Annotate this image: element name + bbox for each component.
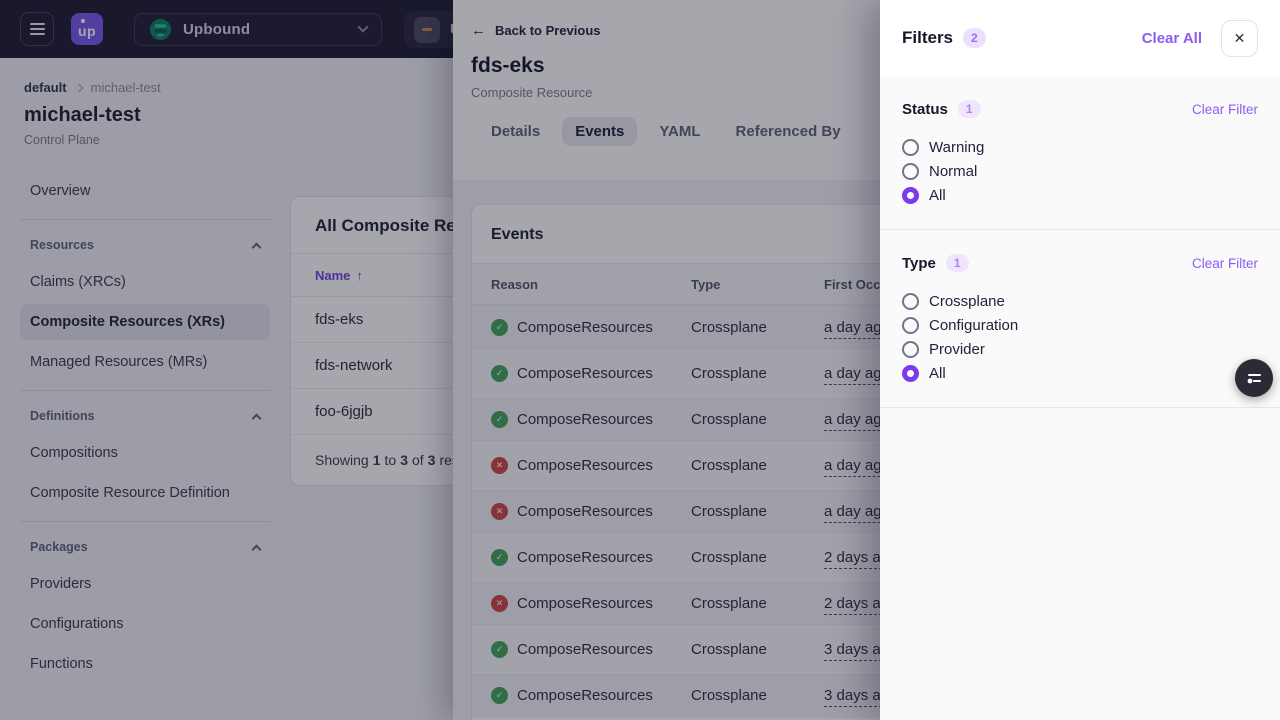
status-radio-group: Warning Normal All xyxy=(902,135,1258,229)
radio-label: Warning xyxy=(929,139,984,156)
close-button[interactable]: ✕ xyxy=(1221,20,1258,57)
radio-option-normal[interactable]: Normal xyxy=(902,159,1258,183)
radio-option-configuration[interactable]: Configuration xyxy=(902,313,1258,337)
radio-label: Configuration xyxy=(929,317,1018,334)
radio-option-provider[interactable]: Provider xyxy=(902,337,1258,361)
section-count-badge: 1 xyxy=(958,100,981,118)
app-root: up Upbound U default michael-test michae… xyxy=(0,0,1280,720)
radio-label: Provider xyxy=(929,341,985,358)
radio-option-all-type[interactable]: All xyxy=(902,361,1258,385)
radio-icon xyxy=(902,139,919,156)
clear-filter-button[interactable]: Clear Filter xyxy=(1192,256,1258,271)
radio-icon xyxy=(902,163,919,180)
radio-icon xyxy=(902,341,919,358)
radio-label: Crossplane xyxy=(929,293,1005,310)
radio-option-all-status[interactable]: All xyxy=(902,183,1258,207)
filters-count-badge: 2 xyxy=(963,28,986,48)
filters-header: Filters 2 Clear All ✕ xyxy=(880,0,1280,76)
clear-filter-button[interactable]: Clear Filter xyxy=(1192,102,1258,117)
filter-section-status: Status 1 Clear Filter Warning Normal All xyxy=(880,76,1280,229)
divider xyxy=(880,407,1280,408)
radio-icon xyxy=(902,317,919,334)
filter-section-type: Type 1 Clear Filter Crossplane Configura… xyxy=(880,230,1280,407)
filters-title: Filters xyxy=(902,28,953,48)
radio-option-crossplane[interactable]: Crossplane xyxy=(902,289,1258,313)
type-radio-group: Crossplane Configuration Provider All xyxy=(902,289,1258,407)
section-title: Status xyxy=(902,101,948,118)
radio-selected-icon xyxy=(902,187,919,204)
clear-all-button[interactable]: Clear All xyxy=(1142,30,1202,47)
close-icon: ✕ xyxy=(1234,30,1246,47)
radio-label: All xyxy=(929,365,946,382)
filters-panel: Filters 2 Clear All ✕ Status 1 Clear Fil… xyxy=(880,0,1280,720)
radio-label: Normal xyxy=(929,163,977,180)
radio-selected-icon xyxy=(902,365,919,382)
filter-fab-button[interactable] xyxy=(1235,359,1273,397)
section-title: Type xyxy=(902,255,936,272)
radio-label: All xyxy=(929,187,946,204)
section-header: Type 1 Clear Filter xyxy=(902,230,1258,272)
radio-option-warning[interactable]: Warning xyxy=(902,135,1258,159)
radio-icon xyxy=(902,293,919,310)
filter-icon xyxy=(1244,368,1264,388)
section-count-badge: 1 xyxy=(946,254,969,272)
section-header: Status 1 Clear Filter xyxy=(902,76,1258,118)
